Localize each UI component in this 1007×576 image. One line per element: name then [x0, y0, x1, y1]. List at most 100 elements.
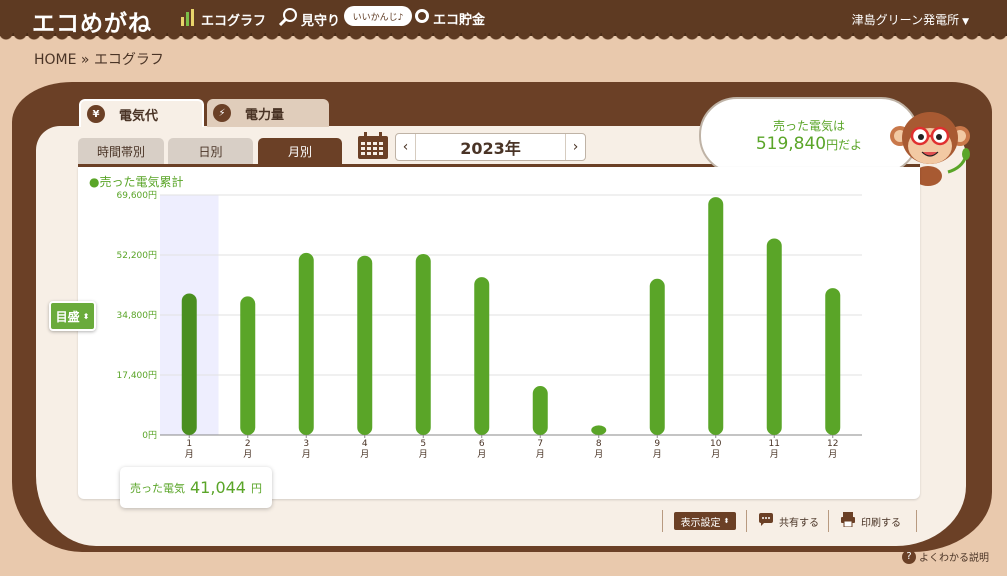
display-settings-label: 表示設定: [680, 517, 721, 529]
x-tick-label: 5: [420, 439, 426, 449]
bar: [474, 277, 490, 435]
updown-icon: ⬍: [723, 517, 730, 525]
summary-label: 売った電気は: [772, 119, 845, 133]
chart-svg: 0円17,400円34,800円52,200円69,600円1月2月3月4月5月…: [117, 190, 862, 460]
help-link[interactable]: ? よくわかる説明: [902, 549, 989, 564]
question-icon: ?: [902, 549, 916, 564]
tab-denryoku-label: 電力量: [245, 107, 285, 123]
x-tick-label: 3: [303, 439, 309, 449]
x-tick-unit: 月: [477, 449, 486, 460]
print-label: 印刷する: [861, 517, 901, 529]
user-name: 津島グリーン発電所: [851, 13, 960, 27]
help-label: よくわかる説明: [919, 553, 989, 564]
tab-denryoku[interactable]: ⚡ 電力量: [207, 99, 329, 127]
summary-value-line: 519,840円だよ: [756, 134, 862, 154]
divider: [916, 510, 917, 532]
x-tick-unit: 月: [536, 449, 545, 460]
app-logo[interactable]: エコめがね: [32, 4, 152, 38]
x-tick-label: 11: [769, 439, 780, 449]
nav-status-bubble: いいかんじ♪: [344, 6, 412, 26]
x-tick-unit: 月: [711, 449, 720, 460]
bar: [181, 293, 197, 435]
y-tick-label: 17,400円: [117, 370, 158, 381]
caret-down-icon: ▼: [962, 17, 969, 27]
year-next-button[interactable]: ›: [565, 134, 585, 160]
bar: [649, 278, 665, 435]
nav-eco-graph-label: エコグラフ: [201, 13, 267, 29]
updown-icon: ⬍: [82, 311, 90, 321]
divider: [828, 510, 829, 532]
nav-eco-graph[interactable]: エコグラフ: [180, 8, 266, 30]
x-tick-unit: 月: [360, 449, 369, 460]
summary-bubble: 売った電気は 519,840円だよ: [699, 97, 919, 174]
x-tick-unit: 月: [243, 449, 252, 460]
summary-value: 519,840: [755, 134, 827, 154]
year-label: 2023年: [460, 139, 521, 158]
bar: [298, 252, 314, 435]
y-tick-label: 34,800円: [117, 310, 158, 321]
tab-hourly[interactable]: 時間帯別: [78, 138, 164, 165]
speech-bubble-icon: [758, 512, 774, 530]
x-tick-label: 4: [362, 439, 368, 449]
bar-chart-icon: [180, 8, 198, 30]
bar: [240, 296, 256, 435]
x-tick-label: 7: [537, 439, 543, 449]
x-tick-unit: 月: [594, 449, 603, 460]
x-tick-label: 2: [245, 439, 251, 449]
bar: [766, 238, 782, 435]
tooltip-value: 41,044: [190, 478, 246, 497]
x-tick-unit: 月: [770, 449, 779, 460]
divider: [662, 510, 663, 532]
tooltip-label: 売った電気: [130, 481, 185, 495]
x-tick-label: 10: [710, 439, 722, 449]
y-tick-label: 69,600円: [117, 190, 158, 201]
printer-icon: [840, 512, 856, 530]
bar: [415, 253, 431, 435]
bar: [825, 288, 841, 435]
scale-button-label: 目盛: [55, 309, 80, 324]
share-button[interactable]: 共有する: [758, 510, 819, 532]
x-tick-unit: 月: [828, 449, 837, 460]
x-tick-unit: 月: [185, 449, 194, 460]
nav-mimamori[interactable]: 見守り: [278, 8, 340, 30]
year-prev-button[interactable]: ‹: [396, 134, 416, 160]
summary-suffix: 円だよ: [826, 138, 863, 152]
tab-denki-label: 電気代: [119, 108, 159, 124]
x-tick-unit: 月: [302, 449, 311, 460]
y-tick-label: 52,200円: [117, 250, 158, 261]
x-tick-label: 8: [596, 439, 602, 449]
tab-denki[interactable]: ¥ 電気代: [79, 99, 204, 127]
tooltip-unit: 円: [250, 481, 262, 495]
nav-eco-chokin[interactable]: エコ貯金: [414, 8, 485, 28]
bar: [591, 425, 607, 435]
print-button[interactable]: 印刷する: [840, 510, 901, 532]
calendar-icon[interactable]: [357, 132, 389, 160]
x-tick-label: 9: [654, 439, 660, 449]
coin-icon: [414, 8, 430, 28]
bar: [357, 255, 373, 435]
display-settings-button[interactable]: 表示設定 ⬍: [674, 512, 736, 530]
nav-mimamori-label: 見守り: [301, 13, 341, 29]
bar: [708, 197, 724, 435]
tab-daily[interactable]: 日別: [168, 138, 253, 165]
binoculars-icon: [278, 8, 298, 30]
divider: [746, 510, 747, 532]
lightning-icon: ⚡: [213, 104, 231, 122]
value-tooltip: 売った電気 41,044 円: [120, 467, 272, 508]
scale-button[interactable]: 目盛 ⬍: [49, 301, 96, 331]
breadcrumb: HOME » エコグラフ: [34, 52, 164, 68]
tab-monthly[interactable]: 月別: [258, 138, 342, 165]
x-tick-label: 6: [479, 439, 485, 449]
app-header: エコめがね エコグラフ 見守り いいかんじ♪ エコ貯金 津島グリーン発電所 ▼: [0, 0, 1007, 40]
x-tick-label: 12: [827, 439, 838, 449]
nav-eco-chokin-label: エコ貯金: [433, 12, 486, 28]
x-tick-unit: 月: [653, 449, 662, 460]
x-tick-unit: 月: [419, 449, 428, 460]
y-tick-label: 0円: [142, 430, 157, 441]
share-label: 共有する: [779, 517, 819, 529]
x-tick-label: 1: [186, 439, 192, 449]
yen-icon: ¥: [87, 105, 105, 123]
year-selector: ‹ 2023年 ›: [395, 133, 586, 161]
bar: [532, 386, 548, 435]
user-menu[interactable]: 津島グリーン発電所 ▼: [852, 11, 969, 28]
